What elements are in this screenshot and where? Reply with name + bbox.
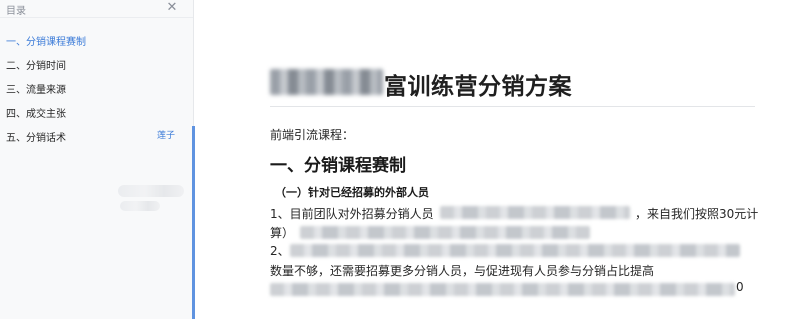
paragraph-line: ，来自我们按照30元计	[635, 207, 759, 221]
blurred-text	[290, 244, 740, 257]
document-body: 富训练营分销方案 前端引流课程： 一、分销课程赛制 （一）针对已经招募的外部人员…	[195, 0, 800, 319]
blurred-text	[300, 226, 590, 239]
blurred-text	[118, 185, 184, 197]
toc-side-link[interactable]: 莲子	[157, 128, 175, 141]
paragraph-line: 2、	[270, 244, 290, 258]
blurred-text	[270, 283, 735, 296]
toc-item-deal-proposal[interactable]: 四、成交主张	[0, 106, 193, 130]
paragraph-line: 数量不够，还需要招募更多分销人员，与促进现有人员参与分销占比提高	[270, 264, 655, 278]
paragraph-line: 算）	[270, 226, 295, 240]
section-heading: 一、分销课程赛制	[270, 156, 406, 176]
close-icon[interactable]: ✕	[165, 0, 179, 16]
toc-sidebar: 目录 ✕ 一、分销课程赛制 二、分销时间 三、流量来源 四、成交主张 五、分销话…	[0, 0, 194, 319]
blurred-text	[440, 206, 630, 219]
title-divider	[270, 106, 755, 107]
intro-text: 前端引流课程：	[270, 128, 355, 142]
blurred-text	[120, 201, 160, 211]
toc-header: 目录 ✕	[0, 0, 193, 18]
toc-title: 目录	[6, 6, 26, 17]
paragraph-line: 1、目前团队对外招募分销人员	[270, 207, 434, 221]
subsection-heading: （一）针对已经招募的外部人员	[275, 186, 429, 199]
toc-item-course-rules[interactable]: 一、分销课程赛制	[0, 34, 193, 58]
blurred-title-prefix	[270, 69, 383, 95]
toc-item-time[interactable]: 二、分销时间	[0, 58, 193, 82]
toc-item-traffic-source[interactable]: 三、流量来源	[0, 82, 193, 106]
paragraph-line: 0	[736, 280, 744, 294]
